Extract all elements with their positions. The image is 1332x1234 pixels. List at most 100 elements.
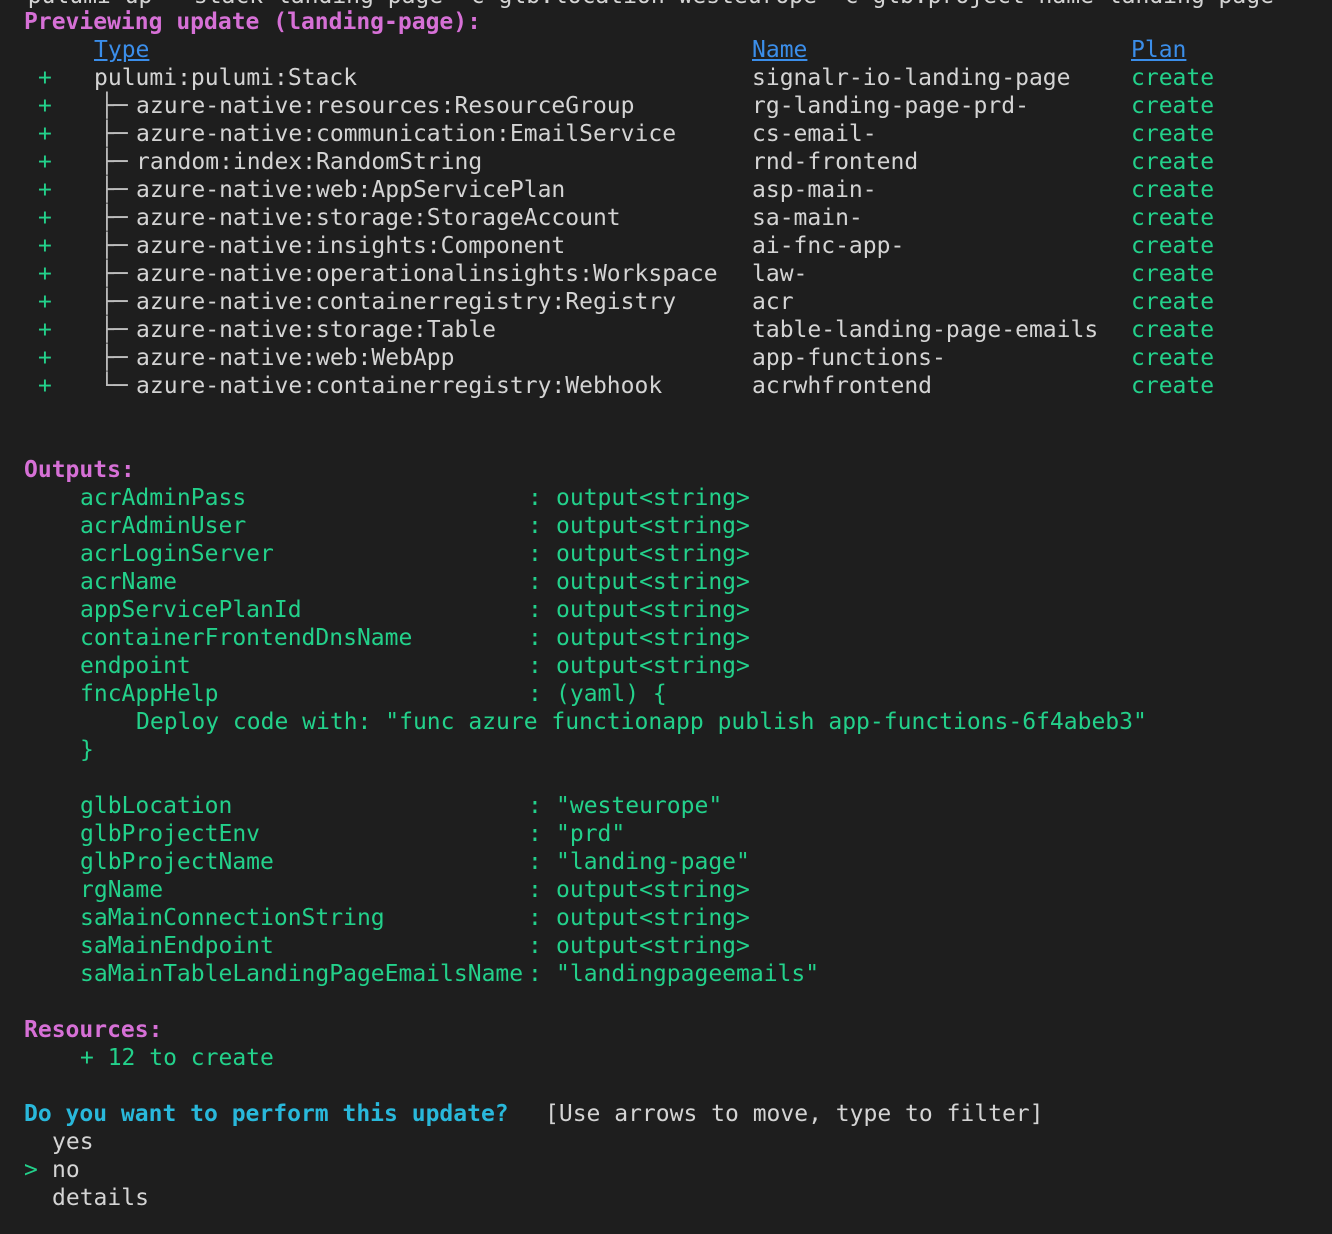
row-plan: create	[1131, 317, 1215, 343]
row-op-plus: +	[38, 177, 52, 203]
row-name: ai-fnc-app-	[752, 233, 905, 259]
output-key: appServicePlanId	[80, 597, 302, 623]
option-details[interactable]: details	[52, 1184, 149, 1212]
row-op-plus: +	[38, 205, 52, 231]
row-type: azure-native:containerregistry:Registry	[136, 289, 677, 315]
row-type: azure-native:insights:Component	[136, 233, 566, 259]
output-colon: :	[528, 877, 542, 903]
row-name: table-landing-page-emails	[752, 317, 1099, 343]
output-key: glbLocation	[80, 793, 233, 819]
resources-heading: Resources:	[24, 1017, 163, 1043]
prompt-question: Do you want to perform this update?	[24, 1101, 509, 1127]
output-colon: :	[528, 821, 542, 847]
row-type: pulumi:pulumi:Stack	[94, 65, 358, 91]
output-value: (yaml) {	[556, 681, 667, 707]
header-type: Type	[94, 37, 150, 63]
prompt-hint: [Use arrows to move, type to filter]	[545, 1101, 1044, 1127]
output-colon: :	[528, 653, 542, 679]
row-plan: create	[1131, 121, 1215, 147]
yaml-body: Deploy code with: "func azure functionap…	[136, 709, 1147, 735]
output-value: output<string>	[556, 625, 750, 651]
output-key: rgName	[80, 877, 164, 903]
row-op-plus: +	[38, 345, 52, 371]
output-value: "westeurope"	[556, 793, 723, 819]
terminal-window: { "command_line_cut": " pulumi up --stac…	[0, 0, 1332, 1234]
row-op-plus: +	[38, 317, 52, 343]
output-key: acrLoginServer	[80, 541, 274, 567]
row-type: random:index:RandomString	[136, 149, 483, 175]
row-op-plus: +	[38, 121, 52, 147]
output-colon: :	[528, 849, 542, 875]
row-type: azure-native:communication:EmailService	[136, 121, 677, 147]
output-key: acrName	[80, 569, 177, 595]
row-plan: create	[1131, 261, 1215, 287]
output-key: saMainEndpoint	[80, 933, 274, 959]
row-plan: create	[1131, 233, 1215, 259]
row-plan: create	[1131, 177, 1215, 203]
output-key: glbProjectEnv	[80, 821, 261, 847]
output-colon: :	[528, 569, 542, 595]
output-key: acrAdminUser	[80, 513, 247, 539]
row-type: azure-native:operationalinsights:Workspa…	[136, 261, 718, 287]
output-value: "prd"	[556, 821, 626, 847]
output-colon: :	[528, 905, 542, 931]
output-colon: :	[528, 513, 542, 539]
row-name: cs-email-	[752, 121, 877, 147]
output-colon: :	[528, 625, 542, 651]
row-op-plus: +	[38, 261, 52, 287]
output-colon: :	[528, 597, 542, 623]
row-type: azure-native:containerregistry:Webhook	[136, 373, 663, 399]
row-op-plus: +	[38, 233, 52, 259]
output-value: output<string>	[556, 877, 750, 903]
row-op-plus: +	[38, 65, 52, 91]
output-key: acrAdminPass	[80, 485, 247, 511]
option-yes[interactable]: yes	[52, 1128, 94, 1156]
row-name: rg-landing-page-prd-	[752, 93, 1029, 119]
option-no[interactable]: no	[52, 1156, 80, 1184]
output-key: saMainTableLandingPageEmailsName	[80, 961, 524, 987]
output-key: glbProjectName	[80, 849, 274, 875]
output-value: output<string>	[556, 905, 750, 931]
output-value: output<string>	[556, 653, 750, 679]
output-value: output<string>	[556, 541, 750, 567]
row-name: acr	[752, 289, 794, 315]
outputs-heading: Outputs:	[24, 457, 135, 483]
preview-heading: Previewing update (landing-page):	[24, 9, 481, 35]
row-type: azure-native:resources:ResourceGroup	[136, 93, 635, 119]
output-key: fncAppHelp	[80, 681, 219, 707]
row-name: acrwhfrontend	[752, 373, 933, 399]
output-value: output<string>	[556, 933, 750, 959]
row-type: azure-native:storage:Table	[136, 317, 497, 343]
row-name: sa-main-	[752, 205, 863, 231]
output-value: output<string>	[556, 485, 750, 511]
yaml-close: }	[80, 737, 94, 763]
row-type: azure-native:web:AppServicePlan	[136, 177, 566, 203]
row-plan: create	[1131, 289, 1215, 315]
header-name: Name	[752, 37, 808, 63]
output-colon: :	[528, 681, 542, 707]
row-name: rnd-frontend	[752, 149, 919, 175]
row-plan: create	[1131, 373, 1215, 399]
row-op-plus: +	[38, 289, 52, 315]
row-plan: create	[1131, 93, 1215, 119]
output-colon: :	[528, 793, 542, 819]
row-name: signalr-io-landing-page	[752, 65, 1071, 91]
output-key: endpoint	[80, 653, 191, 679]
output-colon: :	[528, 961, 542, 987]
row-op-plus: +	[38, 373, 52, 399]
row-name: asp-main-	[752, 177, 877, 203]
output-value: output<string>	[556, 597, 750, 623]
row-type: azure-native:storage:StorageAccount	[136, 205, 621, 231]
row-op-plus: +	[38, 149, 52, 175]
row-plan: create	[1131, 345, 1215, 371]
output-colon: :	[528, 485, 542, 511]
output-key: containerFrontendDnsName	[80, 625, 413, 651]
output-value: "landing-page"	[556, 849, 750, 875]
selection-cursor: >	[24, 1157, 38, 1183]
output-colon: :	[528, 933, 542, 959]
row-name: law-	[752, 261, 808, 287]
output-value: output<string>	[556, 569, 750, 595]
row-plan: create	[1131, 65, 1215, 91]
output-key: saMainConnectionString	[80, 905, 385, 931]
output-value: "landingpageemails"	[556, 961, 820, 987]
